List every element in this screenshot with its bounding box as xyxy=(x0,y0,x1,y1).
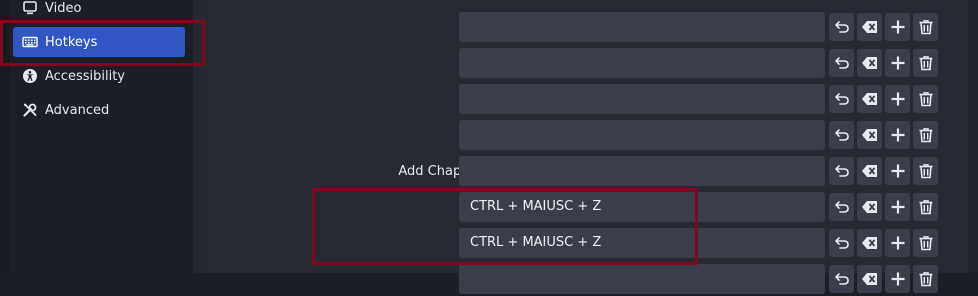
hotkey-row: Stop Recording * xyxy=(201,12,968,44)
sidebar-item-label: Video xyxy=(45,0,82,16)
hotkey-row: Pause Recording * xyxy=(201,48,968,80)
add-button[interactable] xyxy=(885,49,910,77)
delete-icon xyxy=(918,199,934,215)
add-icon xyxy=(890,19,906,35)
hotkey-row: Add Chapter Marker (Hybrid MP4 only) xyxy=(201,156,968,188)
revert-button[interactable] xyxy=(829,121,854,149)
hotkey-input[interactable] xyxy=(459,264,825,294)
delete-icon xyxy=(918,127,934,143)
clear-icon xyxy=(861,56,879,70)
add-icon xyxy=(890,163,906,179)
delete-button[interactable] xyxy=(913,265,938,293)
sidebar-edge xyxy=(0,0,10,273)
scrollbar[interactable] xyxy=(968,0,978,273)
add-icon xyxy=(890,235,906,251)
clear-button[interactable] xyxy=(857,157,882,185)
keyboard-icon xyxy=(21,33,39,51)
revert-icon xyxy=(834,127,850,143)
revert-button[interactable] xyxy=(829,229,854,257)
clear-icon xyxy=(861,164,879,178)
delete-button[interactable] xyxy=(913,49,938,77)
hotkey-input[interactable]: CTRL + MAIUSC + Z xyxy=(459,192,825,222)
settings-sidebar: Video Hotkeys Accessibility Advanced xyxy=(0,0,193,273)
wrench-screwdriver-icon xyxy=(21,101,39,119)
add-icon xyxy=(890,271,906,287)
sidebar-item-hotkeys[interactable]: Hotkeys xyxy=(13,27,185,57)
delete-icon xyxy=(918,235,934,251)
sidebar-item-label: Hotkeys xyxy=(45,34,98,50)
hotkey-row: Start Replay Buffer *CTRL + MAIUSC + Z xyxy=(201,192,968,224)
accessibility-icon xyxy=(21,67,39,85)
delete-icon xyxy=(918,19,934,35)
revert-button[interactable] xyxy=(829,85,854,113)
hotkey-input[interactable] xyxy=(459,12,825,42)
delete-icon xyxy=(918,55,934,71)
hotkey-row xyxy=(201,264,968,296)
hotkey-row: Split Recording File xyxy=(201,120,968,152)
revert-icon xyxy=(834,19,850,35)
clear-button[interactable] xyxy=(857,229,882,257)
clear-icon xyxy=(861,20,879,34)
clear-button[interactable] xyxy=(857,121,882,149)
delete-icon xyxy=(918,91,934,107)
clear-icon xyxy=(861,200,879,214)
clear-button[interactable] xyxy=(857,265,882,293)
add-button[interactable] xyxy=(885,229,910,257)
delete-icon xyxy=(918,271,934,287)
add-icon xyxy=(890,55,906,71)
revert-button[interactable] xyxy=(829,193,854,221)
clear-button[interactable] xyxy=(857,85,882,113)
add-button[interactable] xyxy=(885,13,910,41)
delete-button[interactable] xyxy=(913,85,938,113)
delete-button[interactable] xyxy=(913,193,938,221)
clear-button[interactable] xyxy=(857,193,882,221)
hotkey-row: Stop Replay Buffer *CTRL + MAIUSC + Z xyxy=(201,228,968,260)
delete-icon xyxy=(918,163,934,179)
add-icon xyxy=(890,199,906,215)
hotkey-input[interactable] xyxy=(459,156,825,186)
clear-icon xyxy=(861,92,879,106)
add-icon xyxy=(890,91,906,107)
clear-icon xyxy=(861,236,879,250)
add-button[interactable] xyxy=(885,193,910,221)
revert-icon xyxy=(834,199,850,215)
delete-button[interactable] xyxy=(913,229,938,257)
revert-icon xyxy=(834,91,850,107)
revert-button[interactable] xyxy=(829,265,854,293)
clear-icon xyxy=(861,128,879,142)
add-button[interactable] xyxy=(885,85,910,113)
delete-button[interactable] xyxy=(913,13,938,41)
add-button[interactable] xyxy=(885,157,910,185)
panel-divider xyxy=(193,0,201,273)
sidebar-item-accessibility[interactable]: Accessibility xyxy=(13,61,185,91)
revert-icon xyxy=(834,163,850,179)
sidebar-item-label: Advanced xyxy=(45,102,110,118)
revert-button[interactable] xyxy=(829,157,854,185)
delete-button[interactable] xyxy=(913,157,938,185)
add-button[interactable] xyxy=(885,121,910,149)
hotkey-input[interactable]: CTRL + MAIUSC + Z xyxy=(459,228,825,258)
hotkey-input[interactable] xyxy=(459,120,825,150)
hotkey-input[interactable] xyxy=(459,48,825,78)
sidebar-item-advanced[interactable]: Advanced xyxy=(13,95,185,125)
hotkey-row: Unpause Recording * xyxy=(201,84,968,116)
hotkey-input[interactable] xyxy=(459,84,825,114)
revert-button[interactable] xyxy=(829,13,854,41)
delete-button[interactable] xyxy=(913,121,938,149)
add-icon xyxy=(890,127,906,143)
sidebar-item-label: Accessibility xyxy=(45,68,125,84)
clear-button[interactable] xyxy=(857,49,882,77)
clear-button[interactable] xyxy=(857,13,882,41)
sidebar-item-video[interactable]: Video xyxy=(13,0,185,23)
monitor-icon xyxy=(21,0,39,17)
revert-icon xyxy=(834,271,850,287)
revert-icon xyxy=(834,55,850,71)
hotkeys-panel: Stop Recording * Pause Recording * Unpause… xyxy=(201,0,968,294)
add-button[interactable] xyxy=(885,265,910,293)
revert-button[interactable] xyxy=(829,49,854,77)
revert-icon xyxy=(834,235,850,251)
clear-icon xyxy=(861,272,879,286)
